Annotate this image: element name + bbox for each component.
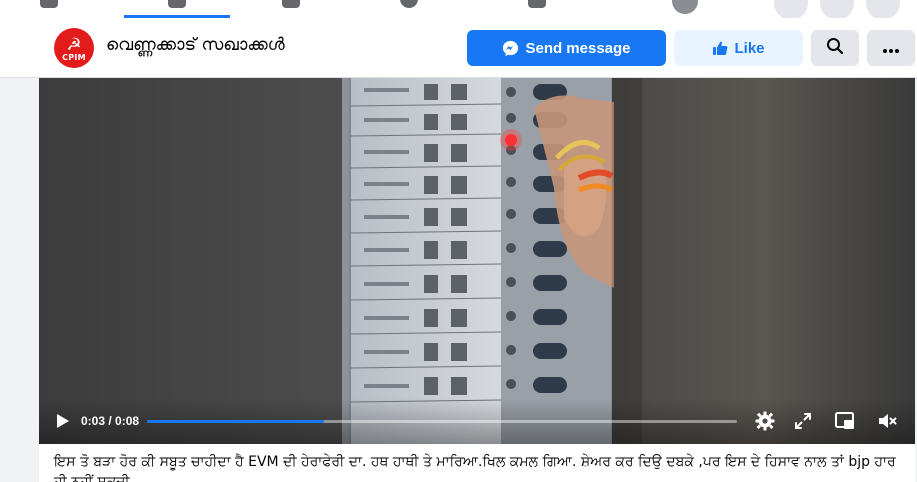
more-options-button[interactable] [867,30,915,66]
send-message-button[interactable]: Send message [467,30,666,66]
more-icon [882,37,900,60]
post-caption: ਇਸ ਤੋ ਬੜਾ ਹੋਰ ਕੀ ਸਬੂਤ ਚਾਹੀਦਾ ਹੈ EVM ਦੀ ਹ… [39,444,915,482]
page-header: ☭ CPIM വെണ്ണക്കാട് സഖാക്കൾ Send message … [0,18,917,78]
menu-icon[interactable] [774,0,808,18]
expand-icon[interactable] [792,410,814,432]
groups-icon[interactable] [400,0,418,8]
home-icon[interactable] [40,0,58,8]
profile-avatar[interactable] [672,0,698,14]
like-page-button[interactable]: Like [674,30,803,66]
like-label: Like [734,39,765,57]
picture-in-picture-icon[interactable] [834,410,856,432]
video-player[interactable]: 0:03 / 0:08 [39,78,915,444]
top-navigation [0,0,917,18]
page-title[interactable]: വെണ്ണക്കാട് സഖാക്കൾ [106,35,285,55]
logo-text: CPIM [62,52,86,62]
video-controls: 0:03 / 0:08 [39,398,915,444]
volume-muted-icon[interactable] [876,410,898,432]
thumbs-up-icon [712,40,728,56]
search-button[interactable] [811,30,859,66]
video-time: 0:03 / 0:08 [81,414,140,428]
page-logo[interactable]: ☭ CPIM [54,28,94,68]
watch-icon[interactable] [168,0,186,8]
post-caption-text: ਇਸ ਤੋ ਬੜਾ ਹੋਰ ਕੀ ਸਬੂਤ ਚਾਹੀਦਾ ਹੈ EVM ਦੀ ਹ… [54,454,896,482]
notifications-icon[interactable] [866,0,900,18]
gaming-icon[interactable] [528,0,546,8]
messenger-icon [502,40,519,57]
video-frame [39,78,915,444]
search-icon [826,37,844,59]
messenger-nav-icon[interactable] [820,0,854,18]
send-message-label: Send message [525,39,631,57]
marketplace-icon[interactable] [282,0,300,8]
gear-icon[interactable] [754,410,776,432]
play-icon[interactable] [53,412,71,430]
progress-bar-fill [147,420,324,423]
hammer-sickle-icon: ☭ [66,34,82,54]
progress-bar[interactable] [147,420,737,423]
